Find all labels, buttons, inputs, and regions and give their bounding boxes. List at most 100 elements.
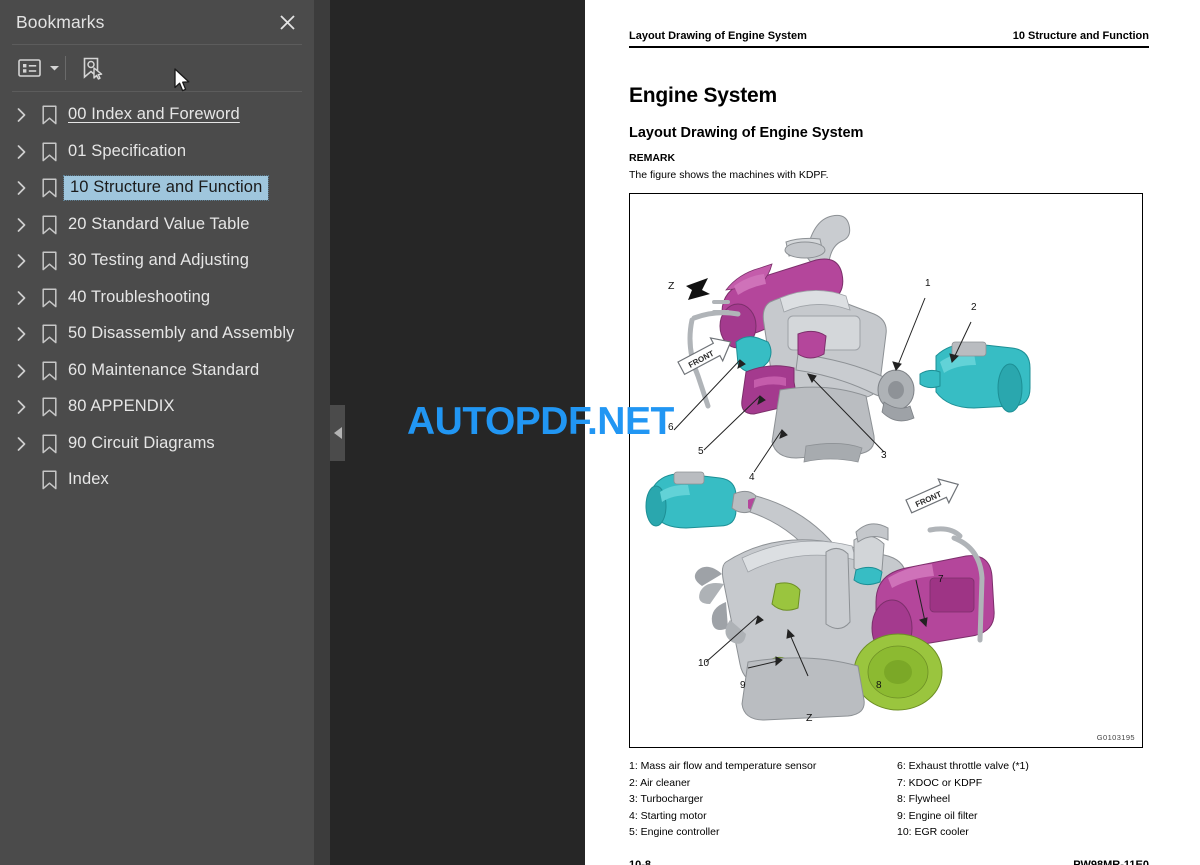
callout-5: 5	[698, 446, 704, 457]
legend-item: 3: Turbocharger	[629, 793, 704, 806]
legend-item: 10: EGR cooler	[897, 826, 969, 839]
bookmark-icon	[34, 397, 64, 417]
pdf-viewer-window: Bookmarks 00 Index and Foreword 01 Speci…	[0, 0, 1200, 865]
bookmark-label: 30 Testing and Adjusting	[68, 251, 249, 270]
running-head-rule	[629, 46, 1149, 48]
running-head-left: Layout Drawing of Engine System	[629, 30, 807, 42]
legend-item: 4: Starting motor	[629, 809, 707, 822]
panel-title: Bookmarks	[16, 11, 105, 32]
bookmark-item-8[interactable]: 80 APPENDIX	[0, 389, 314, 426]
bookmark-icon	[34, 142, 64, 162]
chevron-right-icon[interactable]	[8, 400, 34, 415]
legend-item: 6: Exhaust throttle valve (*1)	[897, 760, 1029, 772]
chevron-right-icon[interactable]	[8, 217, 34, 232]
running-head-right: 10 Structure and Function	[1012, 30, 1149, 42]
chevron-down-icon[interactable]	[46, 53, 62, 83]
chevron-right-icon[interactable]	[8, 181, 34, 196]
view-label-z-lower: Z	[806, 712, 813, 724]
bookmark-label: 80 APPENDIX	[68, 397, 175, 416]
callout-10: 10	[698, 658, 710, 669]
bookmark-label: 90 Circuit Diagrams	[68, 433, 215, 452]
sidebar-scrollbar[interactable]	[314, 0, 330, 865]
remark-label: REMARK	[629, 152, 676, 164]
bookmark-item-9[interactable]: 90 Circuit Diagrams	[0, 426, 314, 463]
callout-2: 2	[971, 302, 977, 313]
bookmark-item-0[interactable]: 00 Index and Foreword	[0, 97, 314, 134]
chevron-right-icon[interactable]	[8, 363, 34, 378]
chevron-right-icon[interactable]	[8, 290, 34, 305]
callout-9: 9	[740, 680, 746, 691]
page-number: 10-8	[629, 858, 652, 865]
bookmark-label: Index	[68, 470, 109, 489]
callout-7: 7	[938, 574, 944, 585]
bookmarks-toolbar	[0, 45, 314, 91]
chevron-right-icon[interactable]	[8, 436, 34, 451]
chevron-right-icon[interactable]	[8, 254, 34, 269]
legend-item: 1: Mass air flow and temperature sensor	[629, 760, 817, 772]
bookmark-icon	[34, 324, 64, 344]
collapse-left-icon[interactable]	[330, 405, 345, 461]
bookmarks-panel-header: Bookmarks	[0, 0, 314, 44]
bookmark-item-4[interactable]: 30 Testing and Adjusting	[0, 243, 314, 280]
page-title: Engine System	[629, 84, 777, 107]
bookmark-label: 01 Specification	[68, 141, 187, 160]
callout-leaders-lower	[705, 579, 928, 677]
bookmark-item-2[interactable]: 10 Structure and Function	[0, 170, 314, 207]
bookmark-label: 10 Structure and Function	[62, 175, 270, 202]
callout-leaders-upper	[673, 297, 972, 473]
chevron-right-icon[interactable]	[8, 327, 34, 342]
document-running-head: Layout Drawing of Engine System 10 Struc…	[629, 30, 1149, 46]
toolbar-divider	[65, 56, 66, 80]
collapse-triangle	[333, 427, 342, 439]
bookmark-icon	[34, 434, 64, 454]
callout-1: 1	[925, 278, 931, 289]
bookmark-item-1[interactable]: 01 Specification	[0, 134, 314, 171]
bookmark-label: 00 Index and Foreword	[68, 105, 240, 124]
bookmark-item-10[interactable]: Index	[0, 462, 314, 499]
bookmark-icon	[34, 288, 64, 308]
legend-item: 9: Engine oil filter	[897, 809, 978, 822]
chevron-right-icon[interactable]	[8, 144, 34, 159]
callout-6: 6	[668, 422, 674, 433]
legend-item: 5: Engine controller	[629, 826, 720, 839]
sidebar-content: Bookmarks 00 Index and Foreword 01 Speci…	[0, 0, 314, 865]
callout-8: 8	[876, 680, 882, 691]
legend-item: 2: Air cleaner	[629, 776, 691, 789]
legend-column-left: 1: Mass air flow and temperature sensor …	[629, 758, 889, 841]
bookmark-item-3[interactable]: 20 Standard Value Table	[0, 207, 314, 244]
bookmark-label: 20 Standard Value Table	[68, 214, 250, 233]
view-label-z-upper: Z	[668, 280, 675, 292]
legend-column-right: 6: Exhaust throttle valve (*1) 7: KDOC o…	[889, 758, 1149, 841]
bookmark-item-5[interactable]: 40 Troubleshooting	[0, 280, 314, 317]
bookmarks-sidebar: Bookmarks 00 Index and Foreword 01 Speci…	[0, 0, 330, 865]
bookmark-icon	[34, 361, 64, 381]
document-code: PW98MR-11E0	[1073, 858, 1149, 865]
bookmark-label: 40 Troubleshooting	[68, 287, 211, 306]
new-bookmark-icon[interactable]	[75, 53, 109, 83]
remark-text: The figure shows the machines with KDPF.	[629, 169, 829, 181]
legend-item: 7: KDOC or KDPF	[897, 776, 983, 789]
bookmark-icon	[34, 178, 64, 198]
figure-legend: 1: Mass air flow and temperature sensor …	[629, 758, 1149, 841]
bookmark-icon	[34, 470, 64, 490]
bookmark-icon	[34, 251, 64, 271]
bookmark-label: 60 Maintenance Standard	[68, 360, 260, 379]
chevron-right-icon[interactable]	[8, 108, 34, 123]
viewer-background	[330, 0, 585, 865]
bookmark-item-6[interactable]: 50 Disassembly and Assembly	[0, 316, 314, 353]
legend-item: 8: Flywheel	[897, 793, 951, 806]
figure-id: G0103195	[1096, 733, 1135, 742]
page-footer: 10-8 PW98MR-11E0	[629, 859, 1149, 865]
list-options-icon[interactable]	[12, 53, 46, 83]
pdf-page: Layout Drawing of Engine System 10 Struc…	[585, 0, 1200, 865]
bookmarks-tree: 00 Index and Foreword 01 Specification 10 …	[0, 92, 314, 499]
page-content: Layout Drawing of Engine System 10 Struc…	[629, 30, 1149, 865]
close-icon[interactable]	[274, 9, 300, 35]
bookmark-label: 50 Disassembly and Assembly	[68, 324, 295, 343]
bookmark-item-7[interactable]: 60 Maintenance Standard	[0, 353, 314, 390]
callout-3: 3	[881, 450, 887, 461]
section-heading: Layout Drawing of Engine System	[629, 125, 864, 141]
bookmark-icon	[34, 105, 64, 125]
engine-layout-figure: FRONT 1 2 3 4 5 6 Z FRONT 7 8 9 10 Z G01…	[629, 193, 1143, 748]
bookmark-icon	[34, 215, 64, 235]
